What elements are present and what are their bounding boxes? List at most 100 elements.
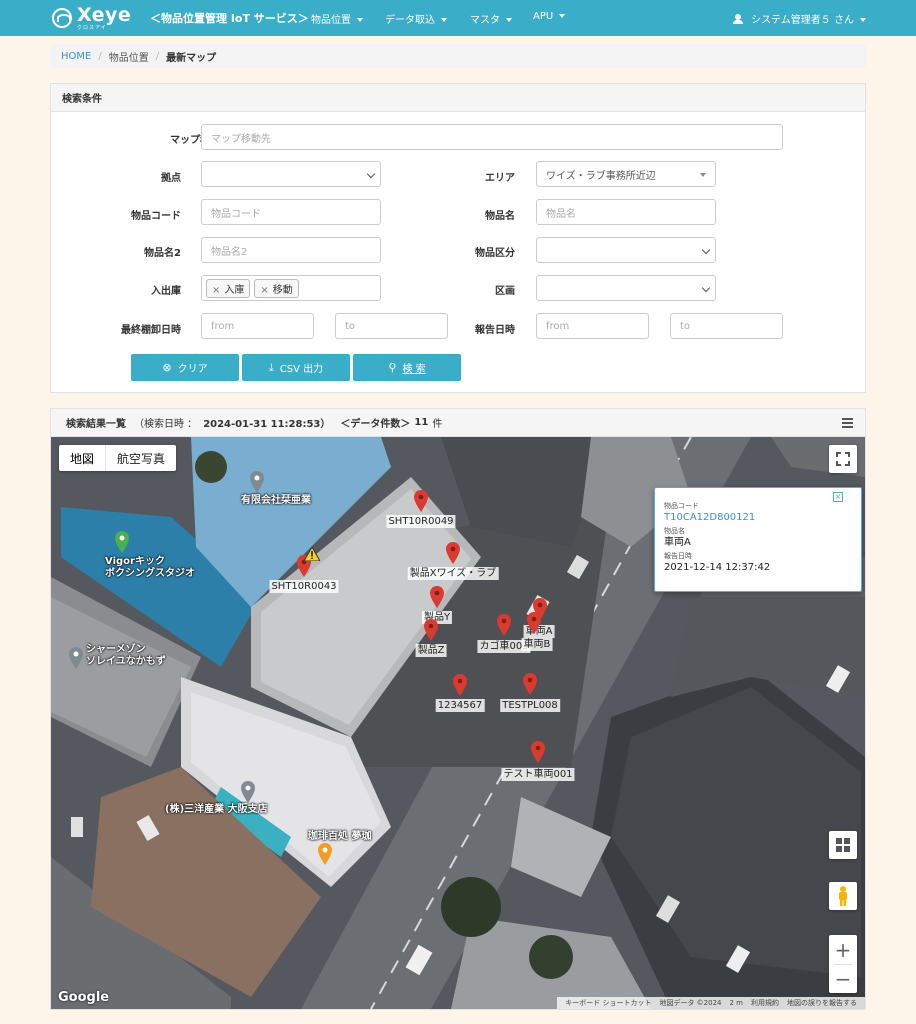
poi-pin-icon[interactable]	[115, 531, 129, 553]
report-error-link[interactable]: 地図の誤りを報告する	[787, 998, 857, 1008]
item-code-input[interactable]: 物品コード	[201, 199, 381, 225]
map-type-satellite-button[interactable]: 航空写真	[105, 445, 176, 471]
nav-menu-item-location[interactable]: 物品位置	[311, 11, 363, 26]
fullscreen-button[interactable]	[829, 445, 857, 473]
remove-icon[interactable]: ×	[212, 285, 220, 296]
logo[interactable]: Xeye クロスアイ	[52, 4, 131, 32]
zoom-in-icon[interactable]: +	[829, 936, 857, 964]
download-icon: ⤓	[268, 360, 274, 374]
cafe-pin-icon[interactable]	[318, 843, 332, 865]
item-code-label: 物品コード	[131, 211, 181, 222]
street-view-button[interactable]	[829, 882, 857, 910]
item-name-input[interactable]: 物品名	[536, 199, 716, 225]
csv-export-button[interactable]: ⤓ CSV 出力	[242, 354, 350, 381]
service-title[interactable]: ＜物品位置管理 IoT サービス＞	[150, 10, 309, 26]
results-title: 検索結果一覧	[66, 419, 126, 430]
report-date-from-input[interactable]: from	[536, 313, 649, 339]
info-name-value: 車両A	[664, 537, 691, 548]
poi-pin-icon[interactable]	[250, 471, 264, 493]
inout-multiselect[interactable]: × 入庫 × 移動	[201, 275, 381, 301]
caret-down-icon	[506, 18, 512, 22]
zoom-out-icon[interactable]: −	[829, 965, 857, 993]
layers-button[interactable]	[829, 831, 857, 859]
warning-icon[interactable]	[304, 547, 320, 561]
caret-down-icon	[357, 18, 363, 22]
item-marker-label: 製品Z	[415, 644, 447, 657]
item-marker-icon[interactable]	[424, 619, 438, 641]
caret-down-icon	[860, 18, 866, 22]
item-marker-icon[interactable]	[430, 586, 444, 608]
caret-down-icon	[700, 173, 706, 177]
poi-label: Vigorキック ボクシングスタジオ	[105, 556, 195, 579]
item-marker-icon[interactable]	[523, 673, 537, 695]
item-marker-icon[interactable]	[527, 612, 541, 634]
last-inventory-label: 最終棚卸日時	[121, 325, 181, 336]
info-date-value: 2021-12-14 12:37:42	[664, 562, 771, 573]
data-count-prefix: ＜データ件数＞	[340, 419, 411, 430]
poi-pin-icon[interactable]	[241, 781, 255, 803]
search-panel-title: 検索条件	[51, 84, 865, 112]
item-marker-icon[interactable]	[446, 542, 460, 564]
item-marker-label: 製品Xワイズ・ラブ	[407, 567, 499, 580]
item-marker-label: SHT10R0043	[269, 580, 339, 593]
logo-mark-icon	[52, 8, 72, 28]
list-view-icon[interactable]	[842, 418, 853, 428]
nav-menu-item-master[interactable]: マスタ	[470, 11, 512, 26]
breadcrumb-home[interactable]: HOME	[61, 51, 91, 62]
info-code-link[interactable]: T10CA12D800121	[664, 511, 852, 525]
search-time: 2024-01-31 11:28:53）	[203, 419, 331, 430]
clear-circle-icon: ⊗	[162, 361, 172, 374]
chevron-down-icon	[701, 245, 711, 255]
breadcrumb-section: 物品位置	[108, 52, 149, 64]
item-marker-icon[interactable]	[453, 674, 467, 696]
map-destination-input[interactable]: マップ移動先	[201, 124, 783, 150]
clear-button[interactable]: ⊗ クリア	[131, 354, 239, 381]
keyboard-shortcuts-link[interactable]: キーボード ショートカット	[565, 998, 651, 1008]
logo-text: Xeye	[77, 3, 132, 26]
item-marker-icon[interactable]	[531, 741, 545, 763]
item-marker-label: 車両B	[521, 638, 553, 651]
breadcrumb-current: 最新マップ	[166, 52, 217, 64]
item-category-select[interactable]	[536, 237, 716, 263]
inout-tag-in[interactable]: × 入庫	[206, 278, 251, 298]
data-count: 11	[414, 417, 429, 428]
remove-icon[interactable]: ×	[260, 285, 268, 296]
last-inventory-from-input[interactable]: from	[201, 313, 314, 339]
grid-icon	[836, 838, 850, 852]
inout-label: 入出庫	[151, 286, 181, 297]
item-marker-icon[interactable]	[414, 490, 428, 512]
google-logo: Google	[58, 990, 110, 1005]
results-header: 検索結果一覧 （検索日時 ： 2024-01-31 11:28:53） ＜データ…	[51, 409, 865, 437]
map-type-map-button[interactable]: 地図	[59, 445, 105, 471]
close-icon[interactable]: ×	[833, 492, 843, 502]
map-view[interactable]: 地図 航空写真 × 物品コード T10CA12D800121 物品名 車両A 報…	[51, 437, 865, 1009]
area-select[interactable]: ワイズ・ラブ事務所近辺	[536, 161, 716, 187]
section-select[interactable]	[536, 275, 716, 301]
nav-menu-item-apu[interactable]: APU	[533, 11, 566, 22]
map-data-text: 地図データ ©2024	[659, 999, 722, 1007]
base-select[interactable]	[201, 161, 381, 187]
report-date-to-input[interactable]: to	[670, 313, 783, 339]
user-menu[interactable]: システム管理者５ さん	[733, 11, 866, 26]
item-marker-label: テスト車両001	[501, 768, 575, 781]
search-panel: 検索条件 マップ移動先 マップ移動先 拠点 エリア ワイズ・ラブ事務所近辺 物品…	[50, 83, 866, 393]
results-panel: 検索結果一覧 （検索日時 ： 2024-01-31 11:28:53） ＜データ…	[50, 408, 866, 1010]
poi-label: (株)三洋産業 大阪支店	[165, 804, 268, 815]
terms-link[interactable]: 利用規約	[751, 998, 779, 1008]
item-name2-input[interactable]: 物品名2	[201, 237, 381, 263]
scale-text[interactable]: 2 m	[730, 999, 744, 1007]
report-date-label: 報告日時	[475, 325, 515, 336]
poi-pin-icon[interactable]	[69, 647, 83, 669]
search-icon: ⚲	[388, 361, 397, 374]
item-marker-icon[interactable]	[497, 614, 511, 636]
fullscreen-icon	[836, 452, 850, 466]
breadcrumb-separator: /	[155, 50, 160, 62]
pegman-icon	[839, 886, 847, 906]
search-button[interactable]: ⚲ 検 索	[353, 354, 461, 381]
inout-tag-move[interactable]: × 移動	[254, 278, 299, 298]
info-name-key: 物品名	[664, 527, 685, 535]
chevron-down-icon	[701, 283, 711, 293]
map-type-toggle[interactable]: 地図 航空写真	[59, 445, 177, 471]
item-marker-label: TESTPL008	[500, 699, 560, 712]
nav-menu-item-import[interactable]: データ取込	[385, 11, 447, 26]
